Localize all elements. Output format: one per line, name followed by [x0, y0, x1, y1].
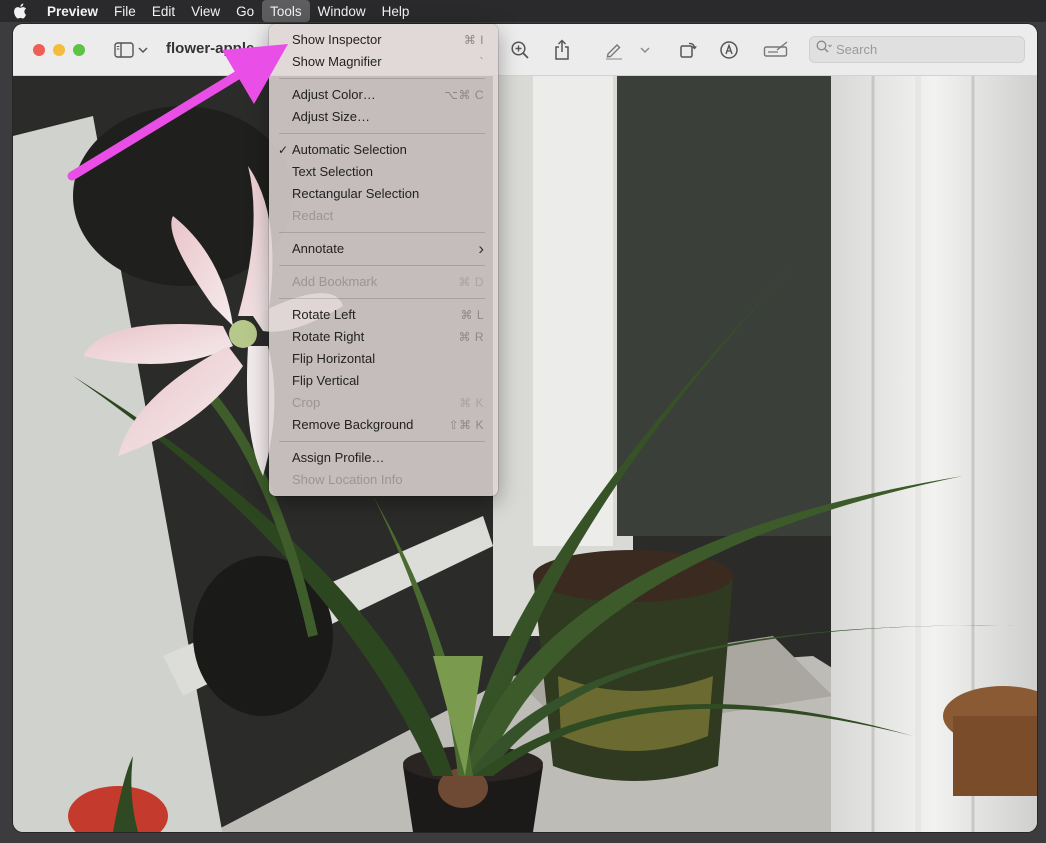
- menu-item-flip-horizontal[interactable]: Flip Horizontal: [269, 348, 498, 370]
- signature-icon[interactable]: [762, 38, 790, 62]
- menu-separator: [279, 298, 485, 299]
- menu-bar: Preview File Edit View Go Tools Window H…: [0, 0, 1046, 22]
- menu-item-label: Show Inspector: [292, 32, 382, 47]
- apple-logo-icon[interactable]: [0, 0, 40, 22]
- menu-item-label: Show Location Info: [292, 472, 403, 487]
- chevron-right-icon: ›: [478, 239, 484, 258]
- menu-item-show-magnifier[interactable]: Show Magnifier `: [269, 51, 498, 73]
- menu-item-label: Rotate Right: [292, 329, 365, 344]
- menu-item-adjust-color[interactable]: Adjust Color… ⌥⌘ C: [269, 84, 498, 106]
- menu-separator: [279, 441, 485, 442]
- menu-item-assign-profile[interactable]: Assign Profile…: [269, 447, 498, 469]
- minimize-window-button[interactable]: [53, 44, 65, 56]
- menu-item-label: Assign Profile…: [292, 450, 385, 465]
- menu-separator: [279, 78, 485, 79]
- menu-item-automatic-selection[interactable]: ✓ Automatic Selection: [269, 139, 498, 161]
- menu-item-text-selection[interactable]: Text Selection: [269, 161, 498, 183]
- menu-item-crop: Crop ⌘ K: [269, 392, 498, 414]
- menu-item-rotate-left[interactable]: Rotate Left ⌘ L: [269, 304, 498, 326]
- window-toolbar: flower-apple: [13, 24, 1037, 76]
- checkmark-icon: ✓: [278, 143, 289, 157]
- menu-item-label: Automatic Selection: [292, 142, 407, 157]
- sidebar-toggle-icon[interactable]: [112, 38, 136, 62]
- menu-item-shortcut: ⌘ D: [458, 275, 484, 289]
- menu-item-show-location-info: Show Location Info: [269, 469, 498, 491]
- menu-item-shortcut: ⌥⌘ C: [444, 88, 484, 102]
- menu-item-add-bookmark: Add Bookmark ⌘ D: [269, 271, 498, 293]
- menu-view[interactable]: View: [183, 0, 228, 22]
- menu-window[interactable]: Window: [310, 0, 374, 22]
- menu-separator: [279, 133, 485, 134]
- highlight-options-chevron-icon[interactable]: [638, 38, 652, 62]
- menu-item-rectangular-selection[interactable]: Rectangular Selection: [269, 183, 498, 205]
- preview-window: flower-apple: [13, 24, 1037, 832]
- chevron-down-icon[interactable]: [136, 38, 150, 62]
- menu-item-shortcut: ⇧⌘ K: [448, 418, 484, 432]
- menu-item-label: Adjust Color…: [292, 87, 376, 102]
- search-input[interactable]: [836, 42, 1016, 57]
- menu-item-label: Rotate Left: [292, 307, 356, 322]
- menu-item-show-inspector[interactable]: Show Inspector ⌘ I: [269, 29, 498, 51]
- rotate-icon[interactable]: [676, 38, 700, 62]
- menu-item-label: Remove Background: [292, 417, 414, 432]
- menu-item-label: Text Selection: [292, 164, 373, 179]
- tools-menu: Show Inspector ⌘ I Show Magnifier ` Adju…: [269, 24, 498, 496]
- menu-item-label: Show Magnifier: [292, 54, 382, 69]
- menu-item-annotate[interactable]: Annotate ›: [269, 238, 498, 260]
- highlight-pen-icon[interactable]: [602, 38, 626, 62]
- menu-item-label: Crop: [292, 395, 321, 410]
- menu-item-shortcut: `: [479, 55, 484, 69]
- menu-item-label: Flip Vertical: [292, 373, 360, 388]
- document-image: [13, 76, 1037, 832]
- menu-help[interactable]: Help: [374, 0, 418, 22]
- document-title: flower-apple: [166, 40, 255, 57]
- menu-item-shortcut: ⌘ R: [458, 330, 484, 344]
- menu-item-rotate-right[interactable]: Rotate Right ⌘ R: [269, 326, 498, 348]
- menu-item-label: Annotate: [292, 241, 345, 256]
- menu-file[interactable]: File: [106, 0, 144, 22]
- menu-item-label: Redact: [292, 208, 334, 223]
- menu-tools[interactable]: Tools: [262, 0, 310, 22]
- share-icon[interactable]: [550, 38, 574, 62]
- menu-edit[interactable]: Edit: [144, 0, 183, 22]
- menu-item-flip-vertical[interactable]: Flip Vertical: [269, 370, 498, 392]
- menu-item-shortcut: ⌘ I: [463, 33, 484, 47]
- menu-item-label: Flip Horizontal: [292, 351, 376, 366]
- menu-item-shortcut: ⌘ K: [459, 396, 484, 410]
- search-field[interactable]: [809, 36, 1025, 63]
- zoom-in-icon[interactable]: [508, 38, 532, 62]
- menu-item-shortcut: ⌘ L: [460, 308, 484, 322]
- menu-item-label: Rectangular Selection: [292, 186, 420, 201]
- search-icon: [816, 40, 832, 59]
- markup-icon[interactable]: [717, 38, 741, 62]
- menu-item-label: Add Bookmark: [292, 274, 378, 289]
- close-window-button[interactable]: [33, 44, 45, 56]
- menu-app-name[interactable]: Preview: [40, 0, 106, 22]
- zoom-window-button[interactable]: [73, 44, 85, 56]
- menu-separator: [279, 265, 485, 266]
- menu-item-label: Adjust Size…: [292, 109, 371, 124]
- menu-go[interactable]: Go: [228, 0, 262, 22]
- menu-item-remove-background[interactable]: Remove Background ⇧⌘ K: [269, 414, 498, 436]
- menu-item-adjust-size[interactable]: Adjust Size…: [269, 106, 498, 128]
- menu-separator: [279, 232, 485, 233]
- menu-item-redact: Redact: [269, 205, 498, 227]
